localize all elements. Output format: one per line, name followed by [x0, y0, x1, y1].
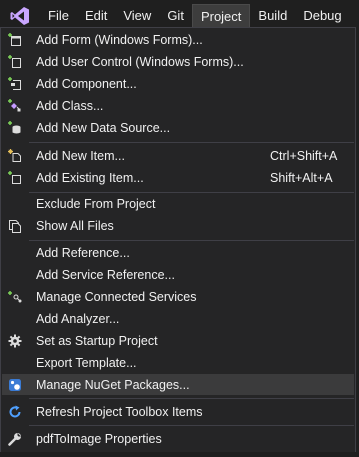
menu-item-shortcut: Ctrl+Shift+A	[270, 148, 338, 163]
menu-item-refresh-project-toolbox-items[interactable]: Refresh Project Toolbox Items	[2, 401, 354, 422]
menu-item-label: Add New Item...	[36, 148, 125, 163]
menu-item-add-existing-item[interactable]: Add Existing Item... Shift+Alt+A	[2, 167, 354, 188]
menu-item-shortcut: Shift+Alt+A	[270, 170, 333, 185]
menu-item-add-service-reference[interactable]: Add Service Reference...	[2, 264, 354, 285]
menu-item-label: Set as Startup Project	[36, 333, 158, 348]
menu-item-export-template[interactable]: Export Template...	[2, 352, 354, 373]
editor-background	[0, 452, 359, 457]
add-component-icon	[8, 76, 22, 91]
nuget-icon	[8, 378, 22, 392]
menu-item-manage-nuget-packages[interactable]: Manage NuGet Packages...	[2, 374, 354, 395]
menu-item-add-new-item[interactable]: Add New Item... Ctrl+Shift+A	[2, 145, 354, 166]
menu-item-label: Show All Files	[36, 218, 114, 233]
menu-item-label: Add Component...	[36, 76, 137, 91]
menu-item-set-as-startup-project[interactable]: Set as Startup Project	[2, 330, 354, 351]
project-dropdown-menu: Add Form (Windows Forms)... Add User Con…	[0, 27, 356, 453]
menu-item-label: Add Form (Windows Forms)...	[36, 32, 203, 47]
menu-item-project-properties[interactable]: pdfToImage Properties	[2, 428, 354, 449]
menu-item-label: Export Template...	[36, 355, 137, 370]
menu-item-label: Add Analyzer...	[36, 311, 120, 326]
menu-item-manage-connected-services[interactable]: Manage Connected Services	[2, 286, 354, 307]
menu-debug[interactable]: Debug	[295, 5, 349, 27]
menu-item-label: Add Service Reference...	[36, 267, 175, 282]
menu-item-add-class[interactable]: Add Class...	[2, 95, 354, 116]
menu-git[interactable]: Git	[159, 5, 192, 27]
add-form-icon	[8, 32, 22, 47]
add-new-item-icon	[8, 148, 22, 163]
menu-item-add-component[interactable]: Add Component...	[2, 73, 354, 94]
menu-item-label: Add User Control (Windows Forms)...	[36, 54, 244, 69]
add-data-source-icon	[8, 120, 22, 135]
menu-item-add-form[interactable]: Add Form (Windows Forms)...	[2, 29, 354, 50]
add-existing-item-icon	[8, 170, 22, 185]
menu-item-label: Manage Connected Services	[36, 289, 197, 304]
menu-item-show-all-files[interactable]: Show All Files	[2, 215, 354, 236]
menu-edit[interactable]: Edit	[77, 5, 115, 27]
connected-services-icon	[8, 290, 22, 304]
menu-separator	[29, 398, 354, 399]
menu-item-add-data-source[interactable]: Add New Data Source...	[2, 117, 354, 138]
show-all-files-icon	[8, 219, 22, 233]
menu-item-label: Add Existing Item...	[36, 170, 144, 185]
menu-item-add-user-control[interactable]: Add User Control (Windows Forms)...	[2, 51, 354, 72]
menu-file[interactable]: File	[40, 5, 77, 27]
menu-build[interactable]: Build	[250, 5, 295, 27]
menu-item-label: Exclude From Project	[36, 196, 156, 211]
add-user-control-icon	[8, 54, 22, 69]
menu-item-label: Add New Data Source...	[36, 120, 171, 135]
gear-icon	[8, 334, 22, 348]
menu-item-label: Refresh Project Toolbox Items	[36, 404, 203, 419]
refresh-icon	[8, 405, 22, 419]
menu-separator	[29, 425, 354, 426]
menu-item-exclude-from-project[interactable]: Exclude From Project	[2, 193, 354, 214]
menu-item-add-reference[interactable]: Add Reference...	[2, 242, 354, 263]
menu-view[interactable]: View	[115, 5, 159, 27]
menu-item-add-analyzer[interactable]: Add Analyzer...	[2, 308, 354, 329]
menu-item-label: pdfToImage Properties	[36, 431, 162, 446]
wrench-icon	[8, 432, 22, 446]
menu-item-label: Add Reference...	[36, 245, 130, 260]
menu-separator	[29, 240, 354, 241]
menu-item-label: Manage NuGet Packages...	[36, 377, 190, 392]
menu-item-label: Add Class...	[36, 98, 104, 113]
add-class-icon	[8, 98, 22, 113]
menu-project[interactable]: Project	[191, 4, 251, 28]
menu-separator	[29, 142, 354, 143]
